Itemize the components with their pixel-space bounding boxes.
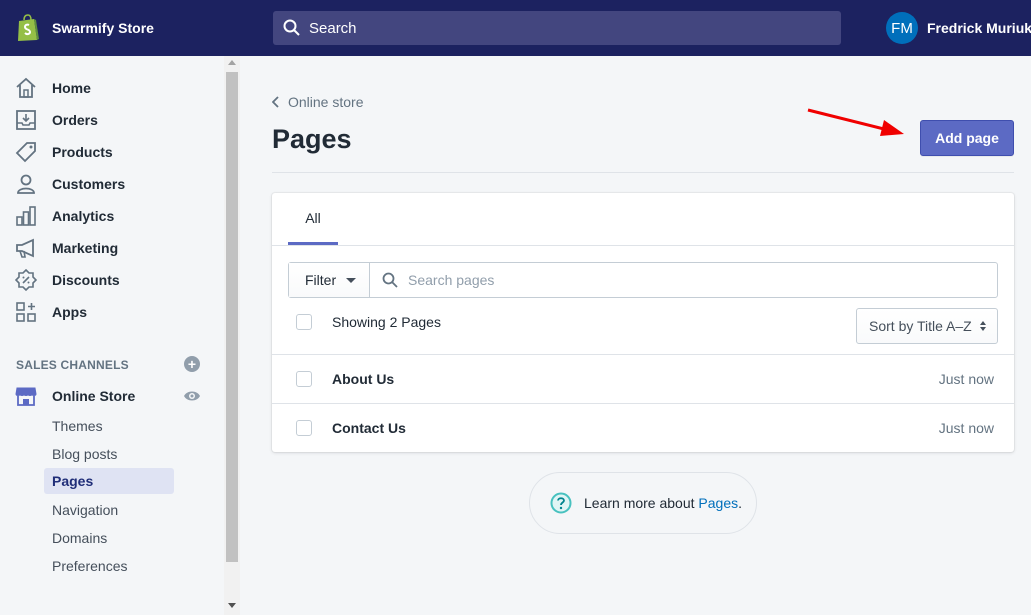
sidebar-item-analytics[interactable]: Analytics (14, 202, 114, 230)
sidebar-subitem-preferences[interactable]: Preferences (44, 553, 174, 579)
sidebar-item-label: Orders (52, 112, 98, 128)
showing-count: Showing 2 Pages (332, 314, 441, 330)
orders-icon (14, 108, 38, 132)
add-channel-icon[interactable]: + (184, 356, 200, 372)
search-icon (382, 272, 398, 288)
filter-bar: Filter Search pages (288, 262, 998, 298)
sidebar-item-apps[interactable]: Apps (14, 298, 87, 326)
annotation-arrow-icon (807, 108, 904, 136)
store-name: Swarmify Store (52, 20, 154, 36)
breadcrumb-label: Online store (288, 94, 364, 110)
eye-icon[interactable] (183, 389, 201, 403)
sidebar-subitem-domains[interactable]: Domains (44, 525, 174, 551)
page-title: Pages (272, 124, 352, 154)
chevron-left-icon (272, 96, 279, 108)
scroll-down-arrow-icon[interactable] (228, 603, 236, 608)
bar-chart-icon (14, 204, 38, 228)
sales-channels-heading: SALES CHANNELS (16, 358, 129, 372)
learn-more-text: Learn more about Pages. (584, 495, 742, 511)
select-all-row: Showing 2 Pages (296, 314, 441, 330)
sidebar-item-products[interactable]: Products (14, 138, 113, 166)
sidebar-subitem-pages[interactable]: Pages (44, 468, 174, 494)
filter-label: Filter (305, 272, 337, 288)
sidebar-item-marketing[interactable]: Marketing (14, 234, 118, 262)
select-all-checkbox[interactable] (296, 314, 312, 330)
sidebar-item-label: Marketing (52, 240, 119, 256)
updated-time: Just now (938, 371, 994, 387)
pages-card: All Filter Search pages Showing 2 Pages … (272, 193, 1014, 452)
sidebar-item-label: Home (52, 80, 91, 96)
sidebar-item-customers[interactable]: Customers (14, 170, 125, 198)
learn-more-prefix: Learn more about (584, 495, 699, 511)
tabs-divider (272, 245, 1014, 246)
top-bar: Swarmify Store Search FM Fredrick Muriuk… (0, 0, 1031, 56)
shopify-bag-icon (18, 14, 39, 41)
sidebar-item-label: Apps (52, 304, 87, 320)
search-placeholder: Search (309, 19, 357, 37)
user-menu[interactable]: FM Fredrick Muriuki (886, 12, 1031, 44)
table-row[interactable]: About Us Just now (272, 354, 1014, 403)
sort-label: Sort by Title A–Z (869, 318, 972, 334)
table-row[interactable]: Contact Us Just now (272, 403, 1014, 452)
sidebar-item-label: Products (52, 144, 113, 160)
store-brand[interactable]: Swarmify Store (16, 14, 154, 42)
sidebar-scrollbar[interactable] (224, 56, 240, 615)
global-search-input[interactable]: Search (273, 11, 841, 45)
learn-more-suffix: . (738, 495, 742, 511)
page-title-cell[interactable]: Contact Us (332, 420, 406, 436)
search-pages-placeholder: Search pages (408, 272, 495, 288)
select-arrows-icon (979, 321, 986, 331)
row-checkbox[interactable] (296, 420, 312, 436)
breadcrumb[interactable]: Online store (272, 94, 363, 110)
caret-down-icon (346, 277, 357, 283)
home-icon (14, 76, 38, 100)
sidebar-item-online-store[interactable]: Online Store (14, 382, 135, 410)
sidebar-item-label: Online Store (52, 388, 136, 404)
learn-more-banner: Learn more about Pages. (529, 472, 757, 534)
megaphone-icon (14, 236, 38, 260)
row-checkbox[interactable] (296, 371, 312, 387)
person-icon (14, 172, 38, 196)
sidebar-subitem-themes[interactable]: Themes (44, 413, 174, 439)
search-icon (283, 19, 300, 36)
discount-icon (14, 268, 38, 292)
apps-icon (14, 300, 38, 324)
sidebar: Home Orders Products Customers Analytics… (0, 56, 224, 615)
sidebar-item-orders[interactable]: Orders (14, 106, 98, 134)
sidebar-subitem-blog-posts[interactable]: Blog posts (44, 441, 174, 467)
tab-all[interactable]: All (288, 193, 338, 245)
page-title-cell[interactable]: About Us (332, 371, 394, 387)
help-circle-icon (550, 492, 572, 514)
sidebar-item-home[interactable]: Home (14, 74, 91, 102)
sidebar-item-label: Customers (52, 176, 126, 192)
user-name: Fredrick Muriuki (927, 20, 1031, 36)
header-divider (272, 172, 1014, 173)
learn-more-link[interactable]: Pages (698, 495, 738, 511)
sidebar-subitem-navigation[interactable]: Navigation (44, 497, 174, 523)
updated-time: Just now (938, 420, 994, 436)
sidebar-item-label: Discounts (52, 272, 120, 288)
store-icon (14, 384, 38, 408)
filter-button[interactable]: Filter (289, 263, 370, 297)
tag-icon (14, 140, 38, 164)
search-pages-input[interactable]: Search pages (370, 263, 997, 297)
sort-select[interactable]: Sort by Title A–Z (856, 308, 998, 344)
scrollbar-thumb[interactable] (226, 72, 238, 562)
sidebar-item-label: Analytics (52, 208, 115, 224)
add-page-button[interactable]: Add page (920, 120, 1014, 156)
scroll-up-arrow-icon[interactable] (228, 60, 236, 65)
avatar: FM (886, 12, 918, 44)
sidebar-item-discounts[interactable]: Discounts (14, 266, 120, 294)
